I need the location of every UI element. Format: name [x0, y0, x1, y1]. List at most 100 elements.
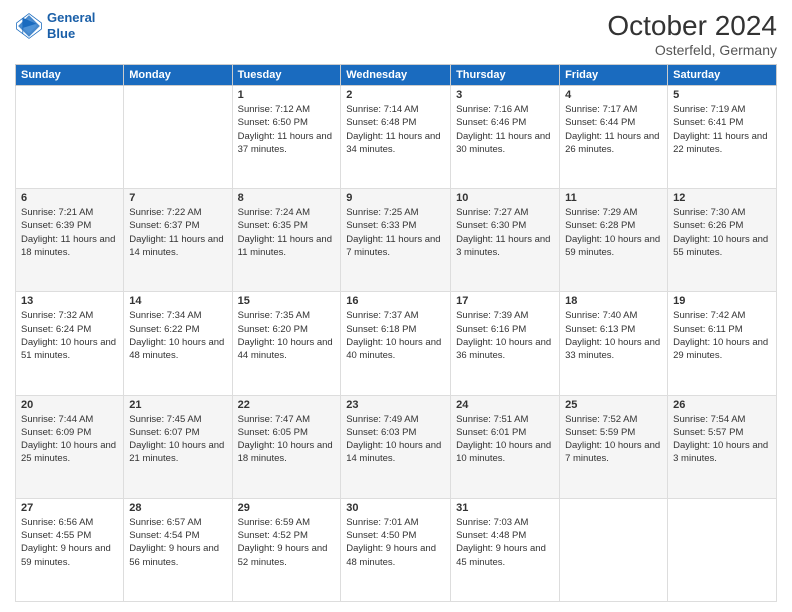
cell-3-0: 20 Sunrise: 7:44 AM Sunset: 6:09 PM Dayl… — [16, 395, 124, 498]
day-info: Sunrise: 7:27 AM Sunset: 6:30 PM Dayligh… — [456, 206, 554, 259]
sunrise-text: Sunrise: 7:40 AM — [565, 310, 637, 321]
sunrise-text: Sunrise: 7:45 AM — [129, 414, 201, 425]
sunset-text: Sunset: 6:11 PM — [673, 324, 743, 335]
sunset-text: Sunset: 4:54 PM — [129, 530, 199, 541]
cell-2-3: 16 Sunrise: 7:37 AM Sunset: 6:18 PM Dayl… — [341, 292, 451, 395]
sunrise-text: Sunrise: 7:32 AM — [21, 310, 93, 321]
day-number: 24 — [456, 399, 554, 411]
sunrise-text: Sunrise: 7:34 AM — [129, 310, 201, 321]
header-sunday: Sunday — [16, 65, 124, 86]
daylight-text: Daylight: 11 hours and 7 minutes. — [346, 234, 440, 258]
day-number: 12 — [673, 192, 771, 204]
cell-2-1: 14 Sunrise: 7:34 AM Sunset: 6:22 PM Dayl… — [124, 292, 232, 395]
day-info: Sunrise: 7:12 AM Sunset: 6:50 PM Dayligh… — [238, 103, 336, 156]
day-number: 6 — [21, 192, 118, 204]
cell-4-3: 30 Sunrise: 7:01 AM Sunset: 4:50 PM Dayl… — [341, 498, 451, 601]
day-number: 26 — [673, 399, 771, 411]
day-number: 30 — [346, 502, 445, 514]
daylight-text: Daylight: 11 hours and 30 minutes. — [456, 131, 550, 155]
day-info: Sunrise: 7:51 AM Sunset: 6:01 PM Dayligh… — [456, 413, 554, 466]
week-row-1: 6 Sunrise: 7:21 AM Sunset: 6:39 PM Dayli… — [16, 189, 777, 292]
day-info: Sunrise: 7:30 AM Sunset: 6:26 PM Dayligh… — [673, 206, 771, 259]
sunrise-text: Sunrise: 7:01 AM — [346, 517, 418, 528]
day-info: Sunrise: 7:35 AM Sunset: 6:20 PM Dayligh… — [238, 309, 336, 362]
sunset-text: Sunset: 6:07 PM — [129, 427, 199, 438]
sunrise-text: Sunrise: 7:51 AM — [456, 414, 528, 425]
sunset-text: Sunset: 6:48 PM — [346, 117, 416, 128]
day-info: Sunrise: 7:49 AM Sunset: 6:03 PM Dayligh… — [346, 413, 445, 466]
day-number: 14 — [129, 295, 226, 307]
header-tuesday: Tuesday — [232, 65, 341, 86]
sunrise-text: Sunrise: 7:29 AM — [565, 207, 637, 218]
cell-1-2: 8 Sunrise: 7:24 AM Sunset: 6:35 PM Dayli… — [232, 189, 341, 292]
header-thursday: Thursday — [451, 65, 560, 86]
day-info: Sunrise: 6:59 AM Sunset: 4:52 PM Dayligh… — [238, 516, 336, 569]
day-number: 16 — [346, 295, 445, 307]
day-info: Sunrise: 7:25 AM Sunset: 6:33 PM Dayligh… — [346, 206, 445, 259]
daylight-text: Daylight: 9 hours and 52 minutes. — [238, 543, 328, 567]
cell-0-5: 4 Sunrise: 7:17 AM Sunset: 6:44 PM Dayli… — [560, 86, 668, 189]
header-row: Sunday Monday Tuesday Wednesday Thursday… — [16, 65, 777, 86]
daylight-text: Daylight: 10 hours and 10 minutes. — [456, 440, 551, 464]
daylight-text: Daylight: 11 hours and 37 minutes. — [238, 131, 332, 155]
daylight-text: Daylight: 11 hours and 22 minutes. — [673, 131, 767, 155]
sunset-text: Sunset: 6:09 PM — [21, 427, 91, 438]
sunset-text: Sunset: 4:48 PM — [456, 530, 526, 541]
day-info: Sunrise: 7:17 AM Sunset: 6:44 PM Dayligh… — [565, 103, 662, 156]
sunrise-text: Sunrise: 7:49 AM — [346, 414, 418, 425]
day-number: 25 — [565, 399, 662, 411]
day-number: 11 — [565, 192, 662, 204]
day-number: 19 — [673, 295, 771, 307]
sunrise-text: Sunrise: 6:56 AM — [21, 517, 93, 528]
cell-0-1 — [124, 86, 232, 189]
daylight-text: Daylight: 10 hours and 33 minutes. — [565, 337, 660, 361]
sunrise-text: Sunrise: 7:12 AM — [238, 104, 310, 115]
daylight-text: Daylight: 10 hours and 59 minutes. — [565, 234, 660, 258]
sunset-text: Sunset: 6:30 PM — [456, 220, 526, 231]
sunrise-text: Sunrise: 7:21 AM — [21, 207, 93, 218]
cell-0-4: 3 Sunrise: 7:16 AM Sunset: 6:46 PM Dayli… — [451, 86, 560, 189]
day-number: 17 — [456, 295, 554, 307]
cell-1-0: 6 Sunrise: 7:21 AM Sunset: 6:39 PM Dayli… — [16, 189, 124, 292]
day-number: 3 — [456, 89, 554, 101]
day-number: 29 — [238, 502, 336, 514]
day-info: Sunrise: 7:44 AM Sunset: 6:09 PM Dayligh… — [21, 413, 118, 466]
day-info: Sunrise: 7:21 AM Sunset: 6:39 PM Dayligh… — [21, 206, 118, 259]
day-number: 1 — [238, 89, 336, 101]
day-number: 27 — [21, 502, 118, 514]
sunset-text: Sunset: 6:16 PM — [456, 324, 526, 335]
daylight-text: Daylight: 10 hours and 40 minutes. — [346, 337, 441, 361]
header-wednesday: Wednesday — [341, 65, 451, 86]
daylight-text: Daylight: 10 hours and 18 minutes. — [238, 440, 333, 464]
sunset-text: Sunset: 6:41 PM — [673, 117, 743, 128]
cell-4-6 — [668, 498, 777, 601]
sunset-text: Sunset: 6:50 PM — [238, 117, 308, 128]
sunrise-text: Sunrise: 7:19 AM — [673, 104, 745, 115]
daylight-text: Daylight: 10 hours and 29 minutes. — [673, 337, 768, 361]
daylight-text: Daylight: 10 hours and 21 minutes. — [129, 440, 224, 464]
day-info: Sunrise: 7:54 AM Sunset: 5:57 PM Dayligh… — [673, 413, 771, 466]
cell-0-0 — [16, 86, 124, 189]
cell-4-5 — [560, 498, 668, 601]
day-number: 2 — [346, 89, 445, 101]
week-row-0: 1 Sunrise: 7:12 AM Sunset: 6:50 PM Dayli… — [16, 86, 777, 189]
sunset-text: Sunset: 5:59 PM — [565, 427, 635, 438]
daylight-text: Daylight: 11 hours and 14 minutes. — [129, 234, 223, 258]
sunset-text: Sunset: 6:18 PM — [346, 324, 416, 335]
day-number: 13 — [21, 295, 118, 307]
sunrise-text: Sunrise: 7:22 AM — [129, 207, 201, 218]
sunset-text: Sunset: 6:35 PM — [238, 220, 308, 231]
daylight-text: Daylight: 11 hours and 3 minutes. — [456, 234, 550, 258]
sunset-text: Sunset: 6:20 PM — [238, 324, 308, 335]
day-number: 7 — [129, 192, 226, 204]
sunset-text: Sunset: 4:50 PM — [346, 530, 416, 541]
cell-2-5: 18 Sunrise: 7:40 AM Sunset: 6:13 PM Dayl… — [560, 292, 668, 395]
cell-1-5: 11 Sunrise: 7:29 AM Sunset: 6:28 PM Dayl… — [560, 189, 668, 292]
header-monday: Monday — [124, 65, 232, 86]
cell-4-4: 31 Sunrise: 7:03 AM Sunset: 4:48 PM Dayl… — [451, 498, 560, 601]
sunset-text: Sunset: 6:13 PM — [565, 324, 635, 335]
sunset-text: Sunset: 6:44 PM — [565, 117, 635, 128]
daylight-text: Daylight: 10 hours and 44 minutes. — [238, 337, 333, 361]
day-info: Sunrise: 7:37 AM Sunset: 6:18 PM Dayligh… — [346, 309, 445, 362]
cell-0-3: 2 Sunrise: 7:14 AM Sunset: 6:48 PM Dayli… — [341, 86, 451, 189]
